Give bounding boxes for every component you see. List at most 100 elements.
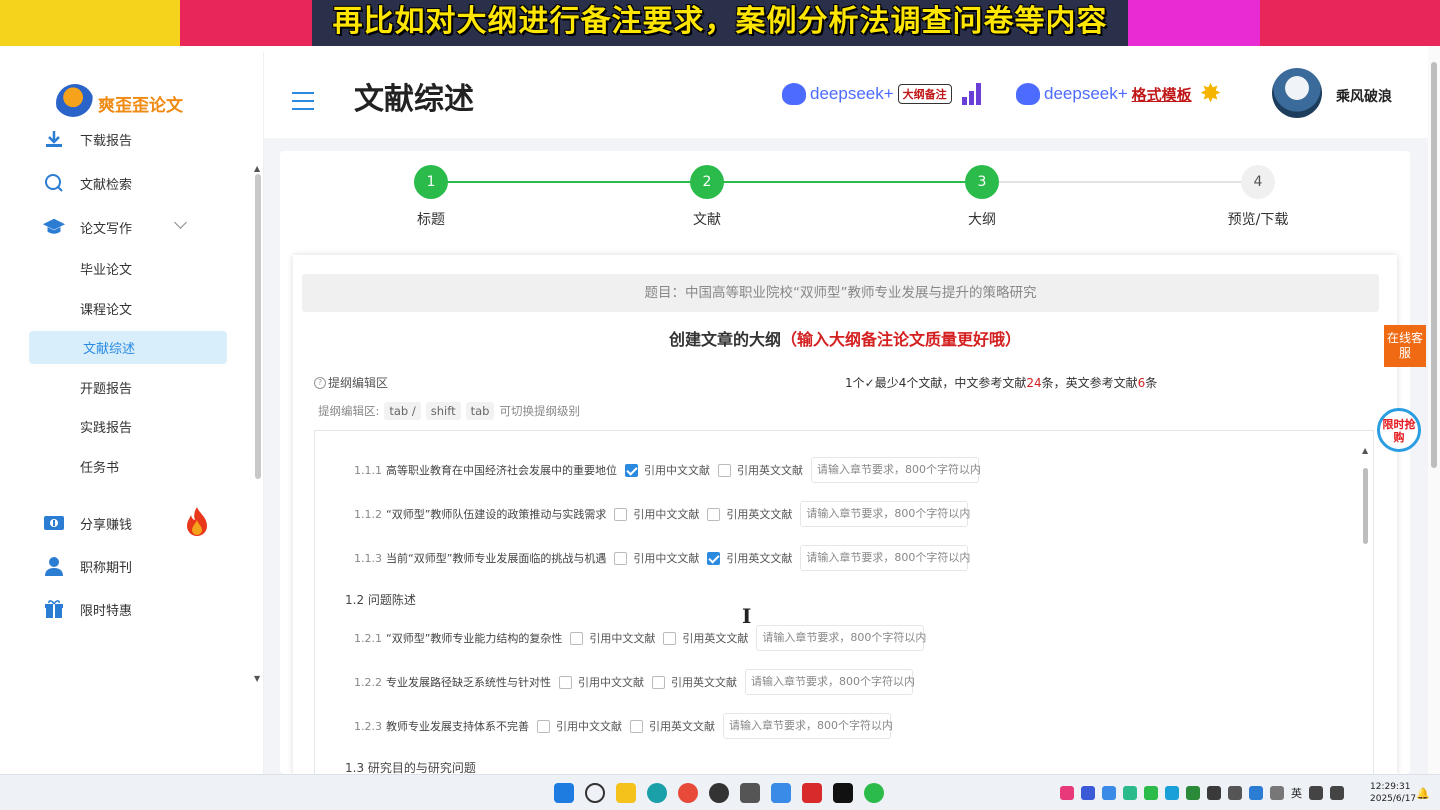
outline-title[interactable]: 高等职业教育在中国经济社会发展中的重要地位 — [386, 462, 617, 478]
cite-en-label[interactable]: 引用英文文献 — [726, 550, 792, 566]
search-icon[interactable] — [585, 783, 605, 803]
capcut-icon[interactable] — [833, 783, 853, 803]
chapter-requirement-input[interactable]: 请输入章节要求，800个字符以内 — [800, 501, 970, 527]
cite-cn-label[interactable]: 引用中文文献 — [644, 462, 710, 478]
outline-title[interactable]: 专业发展路径缺乏系统性与针对性 — [386, 674, 551, 690]
page-scroll-thumb[interactable] — [1431, 62, 1437, 468]
sidebar-item-share-earn[interactable]: 分享赚钱 — [26, 506, 226, 540]
tray-icon[interactable] — [1060, 786, 1074, 800]
cite-en-label[interactable]: 引用英文文献 — [649, 718, 715, 734]
page-scrollbar[interactable] — [1428, 46, 1440, 774]
tray-icon[interactable] — [1081, 786, 1095, 800]
chapter-requirement-input[interactable]: 请输入章节要求，800个字符以内 — [723, 713, 893, 739]
cite-cn-label[interactable]: 引用中文文献 — [556, 718, 622, 734]
windows-start-icon[interactable] — [554, 783, 574, 803]
sidebar-item-download-report[interactable]: 下载报告 — [26, 122, 226, 156]
step-outline[interactable]: 3 大纲 — [922, 165, 1042, 229]
cite-en-label[interactable]: 引用英文文献 — [726, 506, 792, 522]
scroll-down-icon[interactable]: ▼ — [254, 674, 260, 683]
sidebar-item-title-journal[interactable]: 职称期刊 — [26, 549, 226, 583]
deepseek-format-template-badge[interactable]: deepseek+ 格式模板 ✸ — [1016, 80, 1221, 108]
tray-icon[interactable] — [1228, 786, 1242, 800]
cite-cn-checkbox[interactable] — [570, 631, 584, 645]
scroll-up-icon[interactable]: ▲ — [254, 164, 260, 173]
sidebar-sub-practice-report[interactable]: 实践报告 — [26, 410, 224, 443]
cite-en-checkbox[interactable] — [630, 719, 643, 733]
online-service-button[interactable]: 在线客服 — [1384, 325, 1426, 367]
sidebar-sub-course-paper[interactable]: 课程论文 — [26, 292, 224, 325]
avatar[interactable] — [1272, 68, 1322, 118]
step-title[interactable]: 1 标题 — [371, 165, 491, 229]
sidebar-item-limited-offer[interactable]: 限时特惠 — [26, 592, 226, 626]
wifi-icon[interactable] — [1309, 786, 1323, 800]
cite-cn-label[interactable]: 引用中文文献 — [633, 550, 699, 566]
cite-en-checkbox[interactable] — [718, 463, 731, 477]
clock[interactable]: 12:29:31 2025/6/17 — [1370, 781, 1416, 805]
cite-cn-checkbox[interactable] — [537, 719, 550, 733]
deepseek-outline-note-badge[interactable]: deepseek+ 大纲备注 — [782, 80, 981, 108]
scroll-up-icon[interactable]: ▲ — [1362, 446, 1368, 455]
menu-toggle-icon[interactable] — [292, 92, 314, 110]
sidebar-item-paper-writing[interactable]: 论文写作 — [26, 210, 226, 244]
outline-title[interactable]: “双师型”教师专业能力结构的复杂性 — [386, 630, 562, 646]
sidebar-scroll-thumb[interactable] — [255, 174, 261, 479]
tray-icon[interactable] — [1102, 786, 1116, 800]
volume-icon[interactable] — [1330, 786, 1344, 800]
cite-cn-checkbox[interactable] — [559, 675, 572, 689]
outline-scroll-thumb[interactable] — [1363, 468, 1368, 544]
edge-browser-icon[interactable] — [647, 783, 667, 803]
step-preview-download[interactable]: 4 预览/下载 — [1198, 165, 1318, 229]
chevron-down-icon[interactable] — [174, 216, 187, 229]
cite-cn-label[interactable]: 引用中文文献 — [578, 674, 644, 690]
input-language[interactable]: 英 — [1291, 785, 1302, 801]
cite-cn-checkbox[interactable] — [614, 551, 628, 565]
app-icon[interactable] — [771, 783, 791, 803]
cite-cn-label[interactable]: 引用中文文献 — [633, 506, 699, 522]
cite-en-label[interactable]: 引用英文文献 — [671, 674, 737, 690]
cite-en-label[interactable]: 引用英文文献 — [737, 462, 803, 478]
wechat-icon[interactable] — [864, 783, 884, 803]
cite-cn-checkbox[interactable] — [614, 507, 628, 521]
cite-en-checkbox[interactable] — [652, 675, 665, 689]
tray-icon[interactable] — [1165, 786, 1179, 800]
file-explorer-icon[interactable] — [616, 783, 636, 803]
help-icon[interactable]: ? — [314, 376, 326, 389]
chapter-requirement-input[interactable]: 请输入章节要求，800个字符以内 — [745, 669, 915, 695]
app-icon[interactable] — [740, 783, 760, 803]
cite-cn-label[interactable]: 引用中文文献 — [589, 630, 655, 646]
outline-title[interactable]: 教师专业发展支持体系不完善 — [386, 718, 529, 734]
tray-icon[interactable] — [1186, 786, 1200, 800]
chapter-requirement-input[interactable]: 请输入章节要求，800个字符以内 — [800, 545, 970, 571]
cite-en-checkbox[interactable] — [663, 631, 677, 645]
wps-icon[interactable] — [802, 783, 822, 803]
outline-scrollbar[interactable]: ▲ — [1362, 446, 1370, 546]
outline-editor[interactable]: 1.1.1 高等职业教育在中国经济社会发展中的重要地位 引用中文文献 引用英文文… — [314, 430, 1374, 774]
tray-icon[interactable] — [1123, 786, 1137, 800]
cite-en-checkbox[interactable] — [707, 507, 721, 521]
sidebar-sub-task-book[interactable]: 任务书 — [26, 450, 224, 483]
logo[interactable]: 爽歪歪论文 — [56, 84, 183, 122]
microphone-icon[interactable] — [1270, 786, 1284, 800]
outline-section-heading[interactable]: 1.2 问题陈述 — [345, 591, 416, 608]
chrome-icon[interactable] — [678, 783, 698, 803]
outline-section-heading[interactable]: 1.3 研究目的与研究问题 — [345, 759, 476, 774]
obs-icon[interactable] — [709, 783, 729, 803]
cite-cn-checkbox[interactable] — [625, 463, 638, 477]
chapter-requirement-input[interactable]: 请输入章节要求，800个字符以内 — [756, 625, 926, 651]
sidebar-scrollbar[interactable]: ▲ ▼ — [254, 164, 262, 684]
sidebar-sub-literature-review[interactable]: 文献综述 — [29, 331, 227, 364]
step-literature[interactable]: 2 文献 — [647, 165, 767, 229]
cite-en-label[interactable]: 引用英文文献 — [682, 630, 748, 646]
notification-bell-icon[interactable]: 🔔 — [1416, 787, 1430, 800]
bluetooth-icon[interactable] — [1249, 786, 1263, 800]
tray-icon[interactable] — [1144, 786, 1158, 800]
sidebar-sub-graduation-thesis[interactable]: 毕业论文 — [26, 252, 224, 285]
sidebar-sub-opening-report[interactable]: 开题报告 — [26, 371, 224, 404]
outline-title[interactable]: “双师型”教师队伍建设的政策推动与实践需求 — [386, 506, 606, 522]
tray-icon[interactable] — [1207, 786, 1221, 800]
username[interactable]: 乘风破浪 — [1336, 86, 1392, 106]
outline-title[interactable]: 当前“双师型”教师专业发展面临的挑战与机遇 — [386, 550, 606, 566]
chapter-requirement-input[interactable]: 请输入章节要求，800个字符以内 — [811, 457, 981, 483]
sidebar-item-literature-search[interactable]: 文献检索 — [26, 166, 226, 200]
limited-offer-button[interactable]: 限时抢购 — [1377, 408, 1421, 452]
